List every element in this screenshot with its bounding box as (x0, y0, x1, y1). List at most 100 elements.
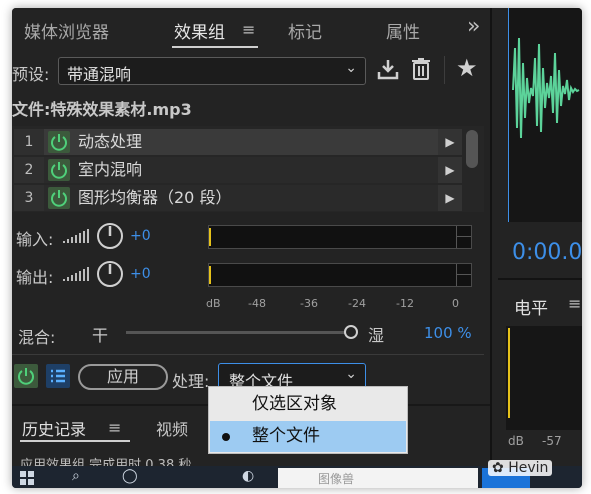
db-scale-label: -48 (248, 297, 266, 310)
output-gain-value[interactable]: +0 (130, 266, 151, 282)
list-view-icon[interactable] (46, 364, 70, 388)
mix-percent[interactable]: 100 % (424, 324, 472, 342)
tab-markers[interactable]: 标记 (288, 18, 322, 43)
rack-slot-name: 室内混响 (78, 160, 143, 179)
power-icon[interactable] (48, 187, 70, 209)
windows-start-icon[interactable] (20, 470, 34, 488)
output-level-meter (208, 263, 472, 287)
level-panel-title[interactable]: 电平 (514, 294, 548, 319)
level-marker (508, 328, 510, 418)
file-info: 文件:特殊效果素材.mp3 (12, 96, 192, 120)
panel-tab-bar: 媒体浏览器 效果组 ≡ 标记 属性 » (12, 8, 490, 52)
mix-slider-track[interactable] (126, 331, 350, 334)
chat-icon[interactable]: ◐ (242, 468, 254, 484)
rack-slot-number: 1 (14, 129, 44, 155)
preset-select[interactable]: 带通混响 ⌄ (58, 57, 366, 85)
rack-scrollbar[interactable] (466, 130, 478, 168)
meter-marker (209, 266, 211, 284)
panel-border (490, 8, 492, 488)
dropdown-option-label: 整个文件 (252, 426, 320, 446)
waveform-panel (508, 8, 582, 222)
rack-slot[interactable]: 1 动态处理 ▶ (14, 129, 462, 155)
rack-slot[interactable]: 2 室内混响 ▶ (14, 157, 462, 183)
rack-slot-number: 3 (14, 185, 44, 211)
input-level-meter (208, 225, 472, 249)
level-scale-label: -57 (542, 434, 562, 448)
play-arrow-icon[interactable]: ▶ (438, 129, 462, 155)
taskbar-search-icon[interactable]: ⌕ (72, 468, 80, 484)
file-name: 特殊效果素材.mp3 (50, 100, 192, 119)
play-arrow-icon[interactable]: ▶ (438, 157, 462, 183)
delete-preset-icon[interactable] (410, 56, 432, 86)
effects-rack-menu-icon[interactable]: ≡ (242, 20, 255, 39)
db-scale-label: dB (206, 297, 221, 310)
level-panel-divider (498, 278, 582, 280)
input-gain-knob[interactable] (96, 222, 124, 254)
apply-button[interactable]: 应用 (78, 364, 168, 390)
history-menu-icon[interactable]: ≡ (108, 418, 121, 437)
power-icon[interactable] (48, 159, 70, 181)
signal-bars-icon (62, 226, 90, 248)
tab-media-browser[interactable]: 媒体浏览器 (24, 18, 109, 43)
waveform-graphic (512, 37, 580, 139)
taskview-icon[interactable]: ◯ (122, 468, 138, 484)
dropdown-option-selection[interactable]: 仅选区对象 (210, 389, 406, 420)
preset-value: 带通混响 (67, 65, 132, 84)
output-label: 输出: (16, 268, 54, 287)
taskbar-search-box[interactable]: 图像兽 (278, 468, 478, 488)
db-scale-label: -24 (348, 297, 366, 310)
input-gain-value[interactable]: +0 (130, 228, 151, 244)
meter-end (456, 264, 457, 286)
time-display: 0:00.0 (512, 240, 582, 265)
watermark-text: Hevin (508, 460, 549, 476)
rack-slot-name: 动态处理 (78, 132, 143, 151)
tab-history[interactable]: 历史记录 (22, 416, 86, 440)
watermark: ✿ Hevin (488, 460, 553, 476)
signal-bars-icon (62, 264, 90, 286)
meter-end-h (457, 274, 471, 275)
file-label: 文件: (12, 100, 51, 119)
taskbar-search-placeholder: 图像兽 (318, 472, 355, 486)
level-menu-icon[interactable]: ≡ (568, 294, 581, 313)
process-dropdown-menu: 仅选区对象 整个文件 (208, 386, 408, 454)
dropdown-option-label: 仅选区对象 (252, 394, 337, 414)
active-tab-underline (20, 440, 130, 442)
db-scale-label: -12 (396, 297, 414, 310)
mix-slider-handle[interactable] (344, 325, 358, 339)
preset-label: 预设: (12, 65, 50, 84)
effects-rack-list: 1 动态处理 ▶ 2 室内混响 ▶ 3 图形均衡器（20 段） ▶ (12, 126, 484, 212)
wechat-icon: ✿ (492, 460, 504, 476)
output-gain-knob[interactable] (96, 260, 124, 292)
level-scale-label: dB (508, 434, 524, 448)
chevron-down-icon: ⌄ (345, 366, 357, 382)
play-arrow-icon[interactable]: ▶ (438, 185, 462, 211)
power-icon[interactable] (48, 131, 70, 153)
master-power-button[interactable] (14, 364, 38, 388)
meter-end (456, 226, 457, 248)
meter-marker (209, 228, 211, 246)
db-scale-label: 0 (452, 297, 459, 310)
tab-properties[interactable]: 属性 (386, 18, 420, 43)
save-preset-icon[interactable] (376, 56, 400, 86)
mix-dry-label: 干 (92, 326, 109, 345)
meter-end-h (457, 236, 471, 237)
chevron-down-icon: ⌄ (345, 60, 357, 76)
rack-slot-name: 图形均衡器（20 段） (78, 188, 232, 207)
rack-slot-number: 2 (14, 157, 44, 183)
level-meter (506, 326, 582, 430)
dropdown-option-whole-file[interactable]: 整个文件 (210, 421, 406, 452)
tab-effects-rack[interactable]: 效果组 (174, 18, 225, 43)
rack-slot[interactable]: 3 图形均衡器（20 段） ▶ (14, 185, 462, 211)
divider (12, 354, 484, 355)
active-tab-underline (172, 46, 258, 48)
process-label: 处理: (172, 372, 210, 391)
mix-wet-label: 湿 (368, 326, 385, 345)
toolbar-divider (444, 56, 445, 84)
apply-button-label: 应用 (106, 367, 139, 386)
db-scale-label: -36 (300, 297, 318, 310)
mix-label: 混合: (18, 328, 56, 347)
tab-video[interactable]: 视频 (156, 416, 188, 440)
overflow-icon[interactable]: » (467, 14, 480, 39)
favorite-star-icon[interactable]: ★ (456, 54, 478, 82)
selected-dot-icon (222, 433, 230, 441)
